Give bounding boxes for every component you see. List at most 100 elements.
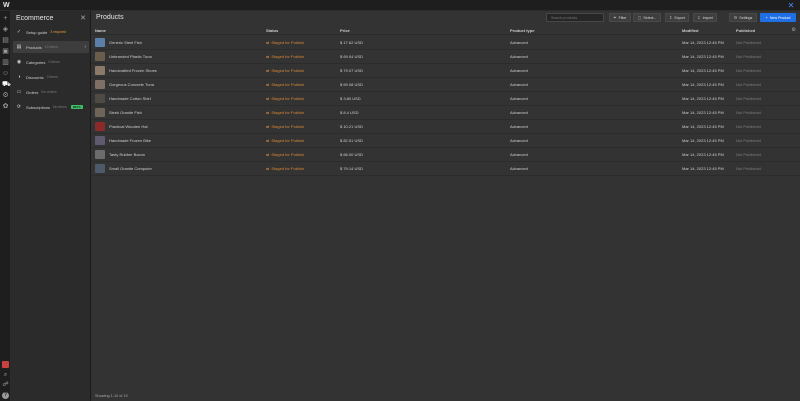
users-cursor-icon[interactable]: ☍ xyxy=(2,382,9,389)
new-product-button[interactable]: + New Product xyxy=(760,13,796,22)
cell-published: Not Published xyxy=(736,166,761,171)
help-icon[interactable]: ? xyxy=(2,392,9,399)
close-icon[interactable]: ✕ xyxy=(786,0,796,11)
cell-modified: Mar 14, 2023 12:45 PM xyxy=(682,54,724,59)
cell-type: Advanced xyxy=(510,138,528,143)
cell-type: Advanced xyxy=(510,68,528,73)
nav-badge: 10 items xyxy=(44,45,59,49)
cell-type: Advanced xyxy=(510,82,528,87)
cell-status: ⇄ Staged for Publish xyxy=(266,110,305,115)
staged-icon: ⇄ xyxy=(266,166,270,171)
pages-icon[interactable]: ▤ xyxy=(2,37,9,44)
ecommerce-icon[interactable]: ⛟ xyxy=(2,81,11,88)
nav-badge: 0 items xyxy=(48,60,60,64)
nav-setup-guide[interactable]: ✓ Setup guide 3 required xyxy=(13,26,89,38)
table-row[interactable]: Handmade Frozen Bike ⇄ Staged for Publish $… xyxy=(91,134,800,148)
nav-categories[interactable]: ◉ Categories 0 items xyxy=(13,56,89,68)
cms-icon[interactable]: ▣ xyxy=(2,48,9,55)
cell-status: ⇄ Staged for Publish xyxy=(266,166,305,171)
navigator-icon[interactable]: ◈ xyxy=(2,26,9,33)
staged-icon: ⇄ xyxy=(266,110,270,115)
nav-discounts[interactable]: ◑ Discounts 0 items xyxy=(13,71,89,83)
nav-label: Orders xyxy=(26,89,39,95)
users-icon[interactable]: ☺ xyxy=(2,70,9,77)
cell-modified: Mar 14, 2023 12:45 PM xyxy=(682,152,724,157)
cell-type: Advanced xyxy=(510,96,528,101)
column-name[interactable]: Name xyxy=(95,28,106,33)
settings-button[interactable]: ⚙ Settings xyxy=(729,13,757,22)
nav-label: Setup guide xyxy=(26,29,48,35)
export-icon: ↥ xyxy=(669,15,673,20)
logic-icon[interactable]: ⚙ xyxy=(2,92,9,99)
nav-subscriptions[interactable]: ⟳ Subscriptions No items BETA xyxy=(13,101,89,113)
table-row[interactable]: Tasty Rubber Bacon ⇄ Staged for Publish $ 6… xyxy=(91,148,800,162)
product-icon: ▤ xyxy=(16,44,22,50)
cell-name: Unbranded Plastic Tuna xyxy=(109,54,152,59)
select-button[interactable]: ▢ Select... xyxy=(633,13,661,22)
staged-icon: ⇄ xyxy=(266,68,270,73)
nav-label: Products xyxy=(26,44,42,50)
table-row[interactable]: Unbranded Plastic Tuna ⇄ Staged for Publis… xyxy=(91,50,800,64)
product-thumbnail xyxy=(95,150,105,159)
import-button[interactable]: ↧ Import xyxy=(693,13,717,22)
webflow-logo[interactable]: W xyxy=(3,2,10,9)
products-main: Products ⏷Filter ▢Select... ↥Export ↧Imp… xyxy=(91,11,800,401)
export-button[interactable]: ↥ Export xyxy=(665,13,689,22)
nav-products[interactable]: ▤ Products 10 items › xyxy=(13,41,89,53)
add-icon[interactable]: + xyxy=(2,15,9,22)
close-icon[interactable]: ✕ xyxy=(80,14,86,22)
column-published[interactable]: Published xyxy=(736,28,755,33)
product-thumbnail xyxy=(95,94,105,103)
cell-published: Not Published xyxy=(736,124,761,129)
subscriptions-icon: ⟳ xyxy=(16,104,22,110)
filter-button[interactable]: ⏷ Filter xyxy=(609,13,631,22)
cell-name: Tasty Rubber Bacon xyxy=(109,152,146,157)
column-settings-icon[interactable]: ⚙ xyxy=(792,27,796,33)
cell-published: Not Published xyxy=(736,40,761,45)
nav-label: Discounts xyxy=(26,74,44,80)
staged-icon: ⇄ xyxy=(266,138,270,143)
staged-icon: ⇄ xyxy=(266,124,270,129)
column-status[interactable]: Status xyxy=(266,28,278,33)
staged-icon: ⇄ xyxy=(266,152,270,157)
table-row[interactable]: Practical Wooden Hat ⇄ Staged for Publish $… xyxy=(91,120,800,134)
table-row[interactable]: Handmade Cotton Shirt ⇄ Staged for Publish… xyxy=(91,92,800,106)
nav-badge: 0 items xyxy=(46,75,58,79)
cell-status: ⇄ Staged for Publish xyxy=(266,54,305,59)
panel-title: Ecommerce xyxy=(16,15,54,22)
cell-modified: Mar 14, 2023 12:45 PM xyxy=(682,96,724,101)
nav-orders[interactable]: ▭ Orders No orders xyxy=(13,86,89,98)
cell-price: $ 8.4 USD xyxy=(340,110,359,115)
table-row[interactable]: Generic Steel Fish ⇄ Staged for Publish $ 1… xyxy=(91,36,800,50)
column-price[interactable]: Price xyxy=(340,28,350,33)
cell-published: Not Published xyxy=(736,82,761,87)
cell-published: Not Published xyxy=(736,96,761,101)
category-icon: ◉ xyxy=(16,59,22,65)
product-thumbnail xyxy=(95,122,105,131)
search-input[interactable] xyxy=(546,13,604,22)
cell-name: Small Granite Computer xyxy=(109,166,152,171)
cell-price: $ 66.00 USD xyxy=(340,152,363,157)
cell-type: Advanced xyxy=(510,152,528,157)
settings-icon[interactable]: ✿ xyxy=(2,103,9,110)
column-product-type[interactable]: Product type xyxy=(510,28,534,33)
product-thumbnail xyxy=(95,52,105,61)
audit-icon[interactable] xyxy=(2,361,9,368)
cell-type: Advanced xyxy=(510,40,528,45)
cell-published: Not Published xyxy=(736,152,761,157)
table-row[interactable]: Small Granite Computer ⇄ Staged for Publis… xyxy=(91,162,800,176)
table-row[interactable]: Gorgeous Concrete Tuna ⇄ Staged for Publis… xyxy=(91,78,800,92)
cell-published: Not Published xyxy=(736,110,761,115)
table-row[interactable]: Handcrafted Frozen Shoes ⇄ Staged for Publ… xyxy=(91,64,800,78)
search-icon[interactable]: ⌕ xyxy=(2,372,9,379)
cell-modified: Mar 14, 2023 12:45 PM xyxy=(682,40,724,45)
cell-modified: Mar 14, 2023 12:45 PM xyxy=(682,68,724,73)
cell-price: $ 69.08 USD xyxy=(340,82,363,87)
select-icon: ▢ xyxy=(637,15,642,20)
column-modified[interactable]: Modified xyxy=(682,28,698,33)
cell-status: ⇄ Staged for Publish xyxy=(266,152,305,157)
cell-modified: Mar 14, 2023 12:45 PM xyxy=(682,82,724,87)
cell-price: $ 69.04 USD xyxy=(340,54,363,59)
table-row[interactable]: Sleek Granite Fish ⇄ Staged for Publish $ 8… xyxy=(91,106,800,120)
assets-icon[interactable]: ▥ xyxy=(2,59,9,66)
